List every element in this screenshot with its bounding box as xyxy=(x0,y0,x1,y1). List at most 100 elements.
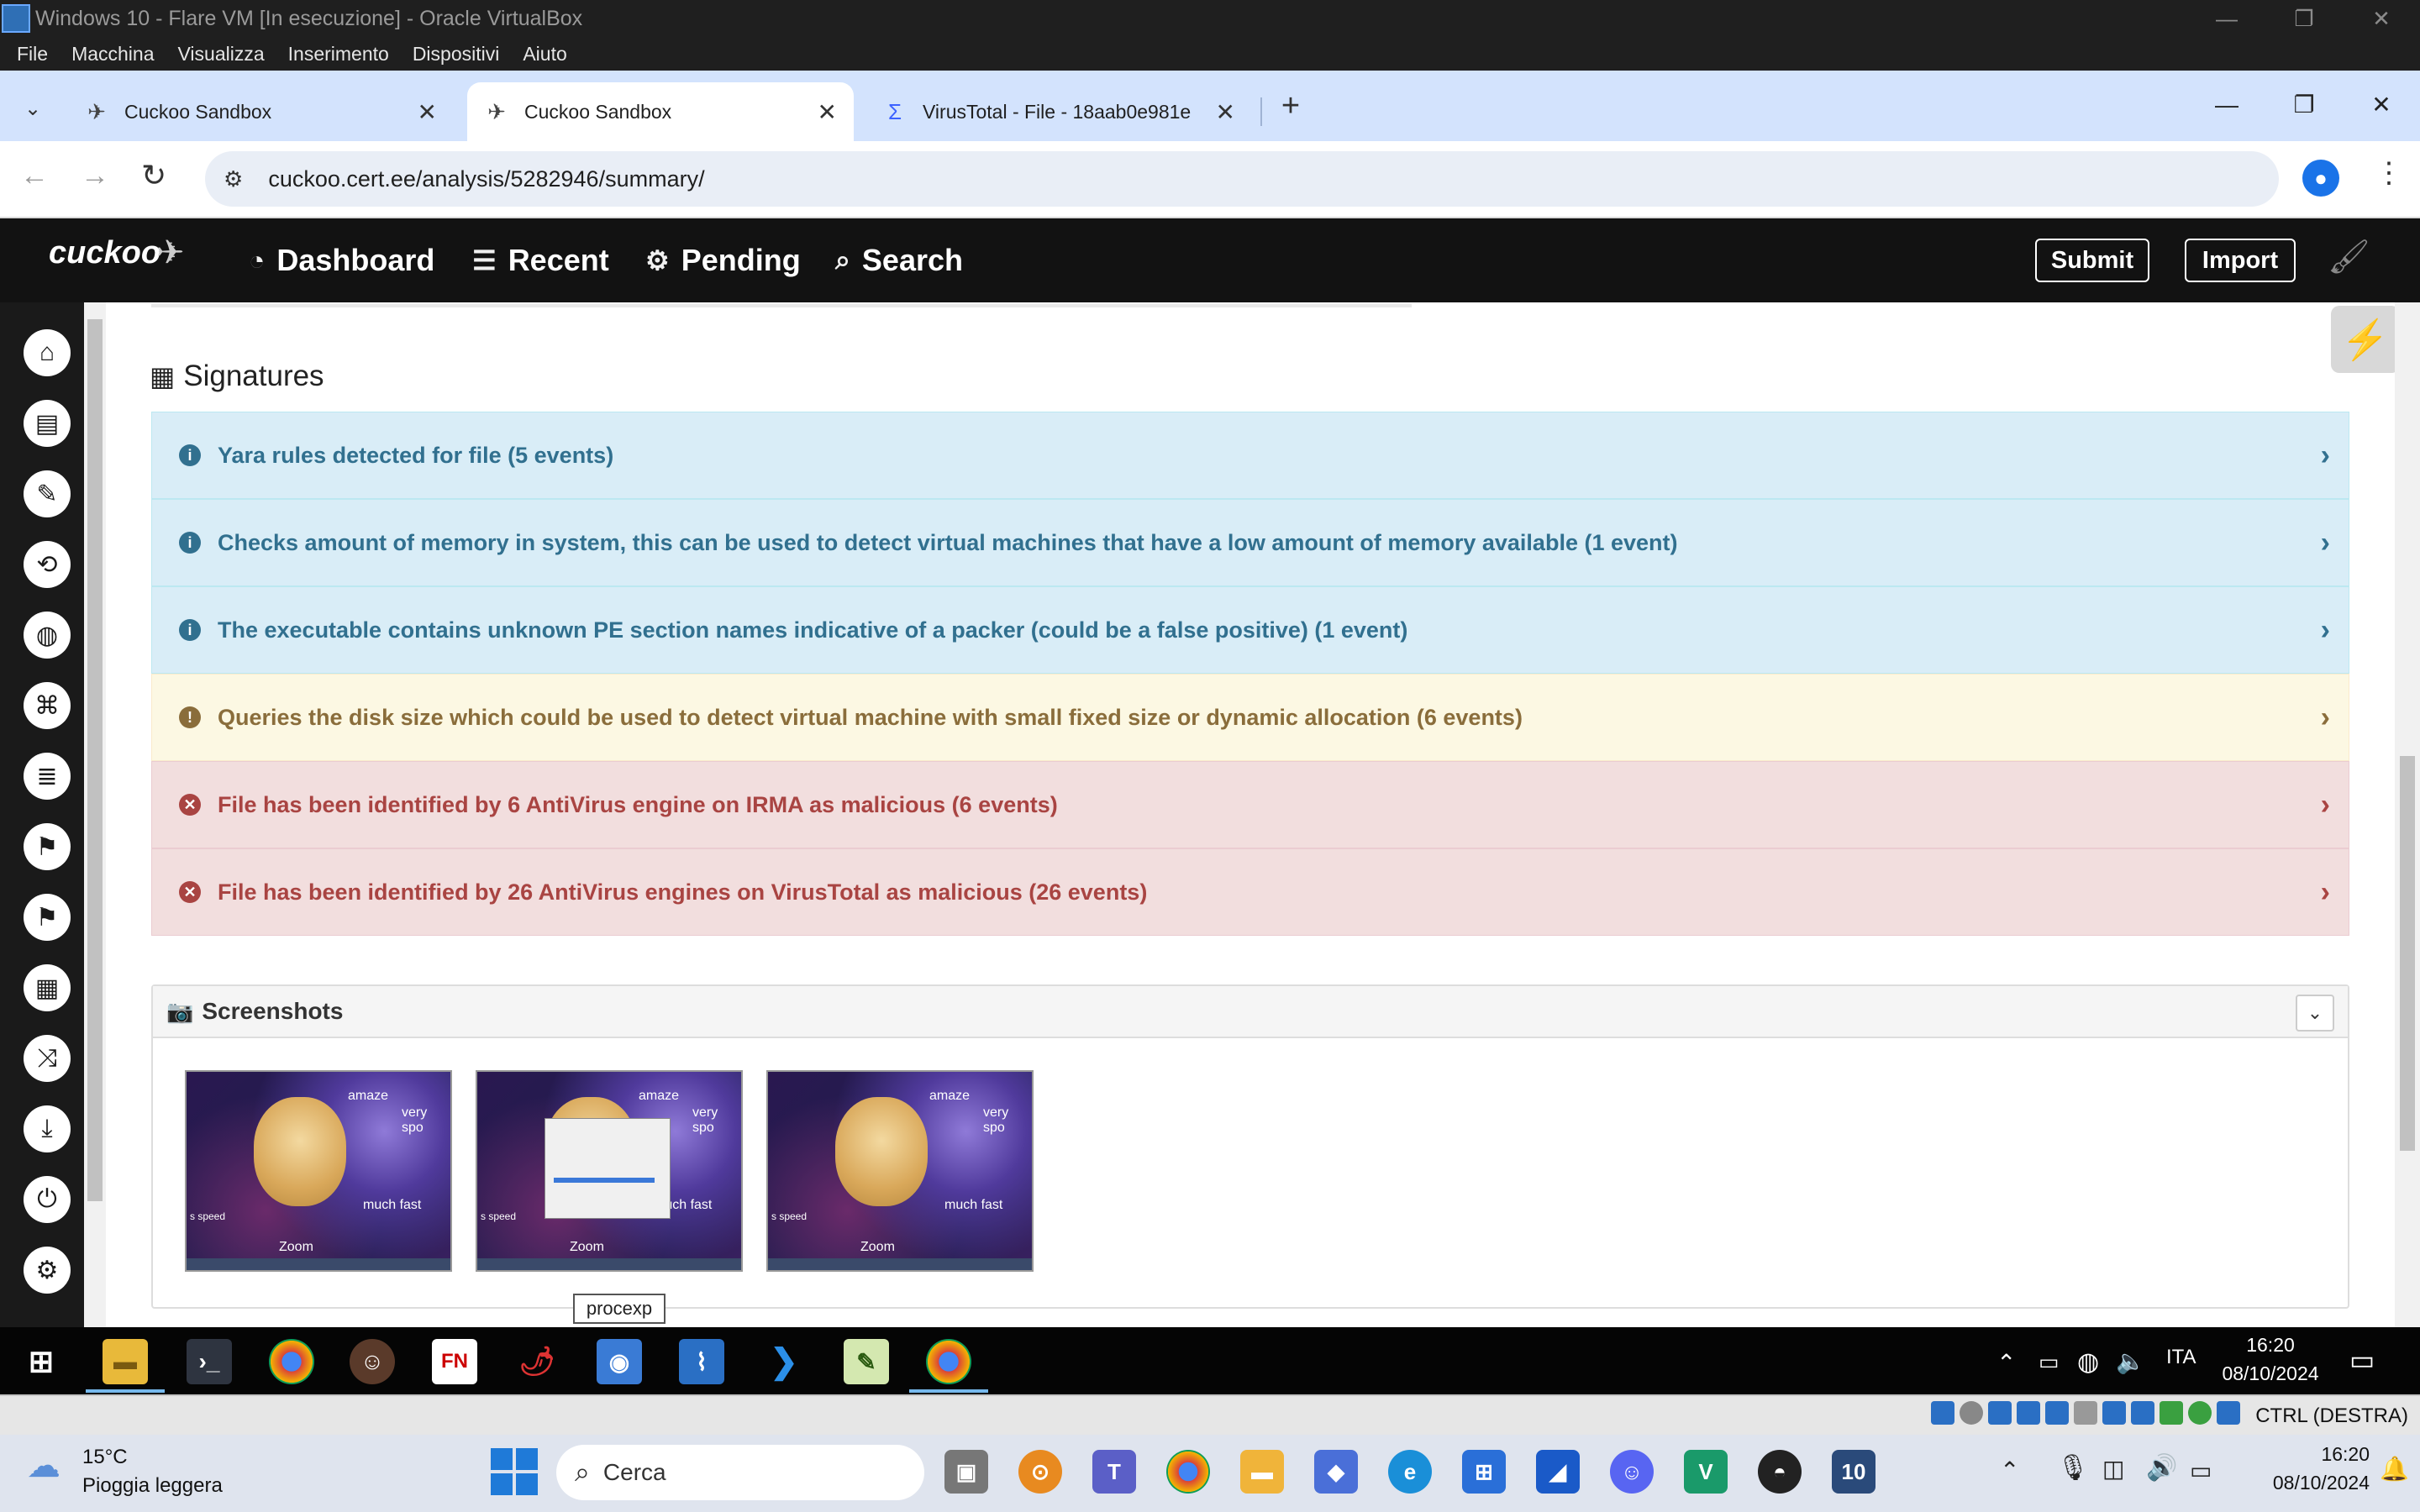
profile-avatar[interactable]: ● xyxy=(2302,160,2339,197)
page-scrollbar[interactable] xyxy=(2395,302,2420,1327)
task-view-icon[interactable]: ▣ xyxy=(944,1450,988,1494)
notification-icon[interactable]: ▭ xyxy=(2349,1344,2375,1376)
browser-close-icon[interactable]: ✕ xyxy=(2356,84,2407,126)
shuffle-icon[interactable]: ⤨ xyxy=(24,1035,71,1082)
reload-icon[interactable]: ↻ xyxy=(141,158,166,193)
file-explorer-icon[interactable]: ▬ xyxy=(103,1339,148,1384)
scrollbar-thumb[interactable] xyxy=(2400,756,2415,1151)
chrome-icon[interactable] xyxy=(269,1339,314,1384)
nav-search[interactable]: ⌕ Search xyxy=(835,218,963,302)
tray-chevron-up-icon[interactable]: ⌃ xyxy=(2000,1457,2019,1484)
signature-row[interactable]: i The executable contains unknown PE sec… xyxy=(151,586,2349,674)
share-icon[interactable]: ⟲ xyxy=(24,541,71,588)
network-globe-icon[interactable]: ◍ xyxy=(2077,1347,2099,1377)
menu-aiuto[interactable]: Aiuto xyxy=(523,43,566,66)
virtualbox-icon[interactable]: V xyxy=(1684,1450,1728,1494)
chrome-icon[interactable] xyxy=(926,1339,971,1384)
notepad-plus-icon[interactable]: ✎ xyxy=(844,1339,889,1384)
home-icon[interactable]: ⌂ xyxy=(24,329,71,376)
nav-pending[interactable]: ⚙ Pending xyxy=(645,218,801,302)
screenshot-thumbnail[interactable]: amaze very spo much fast s speed Zoom xyxy=(185,1070,452,1272)
settings-gears-icon[interactable]: ⚙ xyxy=(24,1247,71,1294)
address-bar[interactable]: ⚙ cuckoo.cert.ee/analysis/5282946/summar… xyxy=(205,151,2279,207)
tab-close-icon[interactable]: ✕ xyxy=(418,98,437,126)
qrcode-icon[interactable]: ▦ xyxy=(24,964,71,1011)
microphone-icon[interactable]: 🎙 xyxy=(2057,1453,2089,1483)
import-button[interactable]: Import xyxy=(2185,239,2296,282)
flag-icon[interactable]: ⚑ xyxy=(24,823,71,870)
tab-virustotal[interactable]: Σ VirusTotal - File - 18aab0e981e ✕ xyxy=(865,82,1252,141)
battery-icon[interactable]: ▭ xyxy=(2190,1457,2212,1484)
restore-icon[interactable]: ❐ xyxy=(2265,0,2343,37)
minimize-icon[interactable]: — xyxy=(2188,0,2265,37)
x64dbg-icon[interactable]: 10 xyxy=(1832,1450,1876,1494)
tab-search-chevron-icon[interactable]: ⌄ xyxy=(12,87,54,129)
back-arrow-icon[interactable]: ← xyxy=(20,160,49,192)
floating-shortcut-icon[interactable]: ⚡ xyxy=(2331,306,2400,373)
terminal-icon[interactable]: ›_ xyxy=(187,1339,232,1384)
portrait-app-icon[interactable]: ☺ xyxy=(350,1339,395,1384)
guest-clock[interactable]: 16:20 08/10/2024 xyxy=(2186,1331,2354,1388)
vscode-icon[interactable]: ❯ xyxy=(761,1339,807,1384)
notification-bell-icon[interactable]: 🔔 xyxy=(2380,1455,2409,1483)
signature-row[interactable]: ✕ File has been identified by 6 AntiViru… xyxy=(151,761,2349,848)
cuckoo-logo[interactable]: cuckoo xyxy=(49,235,160,271)
tab-close-icon[interactable]: ✕ xyxy=(818,98,837,126)
edge-icon[interactable]: e xyxy=(1388,1450,1432,1494)
power-icon[interactable]: ⏻ xyxy=(24,1176,71,1223)
optical-drive-icon[interactable] xyxy=(1960,1401,1983,1425)
browser-restore-icon[interactable]: ❐ xyxy=(2279,84,2329,126)
globe-icon[interactable]: ◍ xyxy=(24,612,71,659)
forward-arrow-icon[interactable]: → xyxy=(81,160,109,192)
teams-icon[interactable]: T xyxy=(1092,1450,1136,1494)
wireshark-icon[interactable]: ◢ xyxy=(1536,1450,1580,1494)
menu-file[interactable]: File xyxy=(17,43,48,66)
battery-icon[interactable]: ▭ xyxy=(2039,1349,2060,1375)
copilot-icon[interactable]: ◆ xyxy=(1314,1450,1358,1494)
signature-row[interactable]: ! Queries the disk size which could be u… xyxy=(151,674,2349,761)
collapse-chevron-icon[interactable]: ⌄ xyxy=(2296,995,2334,1032)
fn-app-icon[interactable]: FN xyxy=(432,1339,477,1384)
file-explorer-icon[interactable]: ▬ xyxy=(1240,1450,1284,1494)
windows-start-icon[interactable]: ⊞ xyxy=(18,1339,64,1384)
server-icon[interactable]: ≣ xyxy=(24,753,71,800)
shared-folders-icon[interactable] xyxy=(2074,1401,2097,1425)
menu-dispositivi[interactable]: Dispositivi xyxy=(413,43,500,66)
menu-inserimento[interactable]: Inserimento xyxy=(288,43,389,66)
site-info-icon[interactable]: ⚙ xyxy=(224,166,243,192)
github-icon[interactable]: ◓ xyxy=(1758,1450,1802,1494)
signature-row[interactable]: i Checks amount of memory in system, thi… xyxy=(151,499,2349,586)
chili-app-icon[interactable]: 🌶 xyxy=(514,1339,560,1384)
wifi-icon[interactable]: ◫ xyxy=(2102,1455,2124,1483)
host-search-box[interactable]: ⌕ Cerca xyxy=(556,1445,924,1500)
theme-brush-icon[interactable]: 🖌 xyxy=(2328,237,2370,276)
host-clock[interactable]: 16:20 08/10/2024 xyxy=(2235,1440,2370,1497)
nav-dashboard[interactable]: ◔ Dashboard xyxy=(249,218,434,302)
close-icon[interactable]: ✕ xyxy=(2343,0,2420,37)
download-icon[interactable]: ⤓ xyxy=(24,1105,71,1152)
browser-minimize-icon[interactable]: — xyxy=(2202,84,2252,126)
hdd-icon[interactable] xyxy=(1931,1401,1954,1425)
menu-macchina[interactable]: Macchina xyxy=(71,43,154,66)
new-tab-icon[interactable]: + xyxy=(1274,89,1307,123)
weather-widget[interactable]: 15°C Pioggia leggera xyxy=(82,1443,223,1500)
tab-cuckoo-2-active[interactable]: ✈ Cuckoo Sandbox ✕ xyxy=(467,82,854,141)
audio-icon[interactable] xyxy=(1988,1401,2012,1425)
usb-icon[interactable] xyxy=(2045,1401,2069,1425)
scrollbar-thumb[interactable] xyxy=(87,319,103,1201)
game-app-icon[interactable]: ⊙ xyxy=(1018,1450,1062,1494)
tray-chevron-up-icon[interactable]: ⌃ xyxy=(1996,1349,2016,1377)
monitor-app-icon[interactable]: ⌇ xyxy=(679,1339,724,1384)
vt-x-icon[interactable] xyxy=(2188,1401,2212,1425)
volume-icon[interactable]: 🔊 xyxy=(2146,1453,2177,1483)
signature-row[interactable]: ✕ File has been identified by 26 AntiVir… xyxy=(151,848,2349,936)
submit-button[interactable]: Submit xyxy=(2035,239,2149,282)
store-icon[interactable]: ⊞ xyxy=(1462,1450,1506,1494)
menu-visualizza[interactable]: Visualizza xyxy=(178,43,265,66)
signature-row[interactable]: i Yara rules detected for file (5 events… xyxy=(151,412,2349,499)
book-icon[interactable]: ▤ xyxy=(24,400,71,447)
video-capture-icon[interactable] xyxy=(2131,1401,2154,1425)
tab-cuckoo-1[interactable]: ✈ Cuckoo Sandbox ✕ xyxy=(67,82,454,141)
windows-start-icon[interactable] xyxy=(491,1448,538,1495)
kebab-menu-icon[interactable]: ⋮ xyxy=(2375,156,2403,190)
